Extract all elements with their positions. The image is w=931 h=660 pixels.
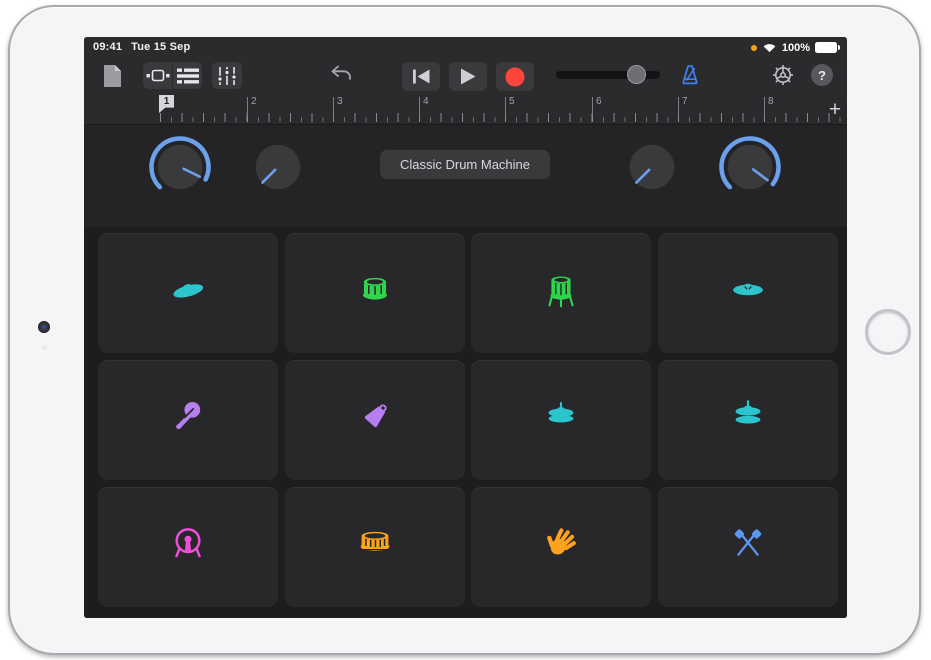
rewind-icon [412, 69, 431, 84]
hihat-closed-icon [538, 394, 584, 440]
pad-hand-clap[interactable] [471, 487, 651, 607]
ruler-bar-2: 2 [247, 95, 334, 125]
ruler-bar-4: 4 [419, 95, 506, 125]
camera-lens [42, 325, 46, 329]
add-bars-button[interactable]: + [823, 97, 847, 123]
help-button[interactable]: ? [811, 64, 833, 86]
ride-cymbal-icon [165, 267, 211, 313]
pad-crash-cymbal[interactable] [658, 233, 838, 353]
battery-percent: 100% [782, 42, 810, 54]
track-controls-button[interactable] [212, 62, 242, 89]
record-button[interactable] [496, 62, 534, 91]
preset-selector-button[interactable]: Classic Drum Machine [380, 150, 550, 179]
garageband-screen: 09:41 Tue 15 Sep 100% [84, 37, 847, 618]
cowbell-icon [352, 394, 398, 440]
ruler-bar-3: 3 [333, 95, 420, 125]
drum-pad-grid [98, 233, 838, 607]
knob-lofi[interactable]: Lo Fi [245, 134, 311, 200]
home-button[interactable] [865, 309, 911, 355]
pad-cowbell[interactable] [285, 360, 465, 480]
timeline-ruler[interactable]: 1 2 3 4 5 6 7 8 + [84, 95, 847, 125]
pad-ride-cymbal[interactable] [98, 233, 278, 353]
floor-tom-icon [538, 267, 584, 313]
status-bar: 09:41 Tue 15 Sep 100% [84, 37, 847, 58]
rewind-button[interactable] [402, 62, 440, 91]
highcut-knob-dial[interactable] [717, 134, 783, 200]
view-toggle-group [143, 62, 203, 89]
play-button[interactable] [449, 62, 487, 91]
ruler-bar-1: 1 [160, 95, 247, 125]
pad-hihat-closed[interactable] [471, 360, 651, 480]
volume-slider[interactable] [556, 71, 660, 79]
toolbar: ? [84, 58, 847, 95]
wifi-icon [762, 42, 777, 53]
knob-lowcut[interactable]: Low Cut [619, 134, 685, 200]
drum-pad-area [84, 227, 847, 618]
kick-drum-icon [165, 521, 211, 567]
lowcut-knob-dial[interactable] [619, 134, 685, 200]
lofi-knob-dial[interactable] [245, 134, 311, 200]
pad-snare-drum[interactable] [285, 487, 465, 607]
hand-clap-icon [538, 521, 584, 567]
knob-highcut[interactable]: High Cut [717, 134, 783, 200]
pad-drumsticks[interactable] [658, 487, 838, 607]
ruler-bar-7: 7 [678, 95, 765, 125]
maraca-icon [165, 394, 211, 440]
pad-hihat-open[interactable] [658, 360, 838, 480]
battery-icon [815, 42, 837, 53]
pad-maraca[interactable] [98, 360, 278, 480]
hihat-open-icon [725, 394, 771, 440]
ipad-body: 09:41 Tue 15 Sep 100% [8, 5, 921, 655]
instrument-controls: Resolution Lo Fi Classic Drum Machine Lo… [84, 125, 847, 227]
tracks-view-button[interactable] [173, 62, 202, 89]
stage: 09:41 Tue 15 Sep 100% [0, 0, 931, 660]
record-icon [505, 67, 525, 87]
undo-icon[interactable] [330, 63, 354, 86]
hi-tom-icon [352, 267, 398, 313]
help-label: ? [818, 68, 826, 83]
recording-indicator-dot [751, 45, 757, 51]
volume-slider-thumb[interactable] [627, 65, 646, 84]
ruler-bar-5: 5 [505, 95, 592, 125]
pad-kick-drum[interactable] [98, 487, 278, 607]
crash-cymbal-icon [725, 267, 771, 313]
regions-view-button[interactable] [143, 62, 172, 89]
front-camera [38, 321, 50, 333]
transport-controls [402, 62, 534, 91]
tracks-view-icon [177, 68, 199, 84]
drumsticks-icon [725, 521, 771, 567]
pad-floor-tom[interactable] [471, 233, 651, 353]
clock-date: Tue 15 Sep [131, 41, 190, 53]
playhead-marker[interactable]: 1 [159, 95, 174, 113]
resolution-knob-dial[interactable] [147, 134, 213, 200]
settings-gear-icon[interactable] [771, 63, 795, 87]
metronome-icon[interactable] [678, 63, 702, 87]
regions-view-icon [146, 68, 170, 83]
light-sensor [42, 345, 47, 350]
faders-icon [216, 66, 238, 86]
pad-hi-tom[interactable] [285, 233, 465, 353]
clock-time: 09:41 [93, 41, 122, 53]
knob-resolution[interactable]: Resolution [147, 134, 213, 200]
snare-drum-icon [352, 521, 398, 567]
my-songs-document-icon[interactable] [102, 64, 123, 89]
ruler-bar-6: 6 [592, 95, 679, 125]
play-icon [460, 68, 476, 85]
